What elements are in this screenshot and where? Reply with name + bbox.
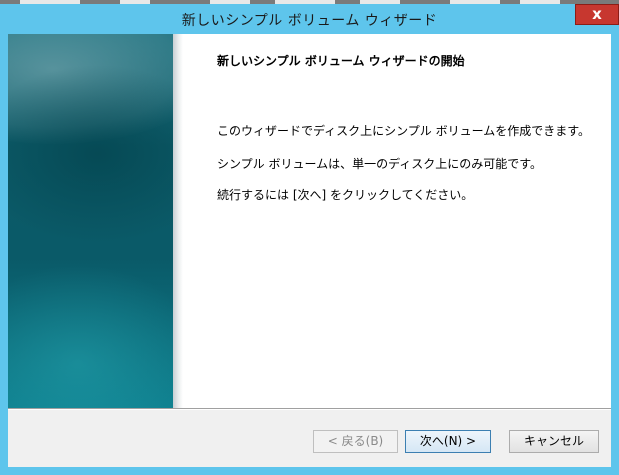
wizard-description-line-1: このウィザードでディスク上にシンプル ボリュームを作成できます。 (217, 124, 591, 138)
wizard-content: 新しいシンプル ボリューム ウィザードの開始 このウィザードでディスク上にシンプ… (8, 34, 611, 408)
title-bar[interactable]: 新しいシンプル ボリューム ウィザード x (0, 4, 619, 34)
wizard-side-banner (8, 34, 173, 408)
cancel-button[interactable]: キャンセル (509, 430, 599, 453)
close-button[interactable]: x (575, 4, 619, 25)
wizard-description-line-3: 続行するには [次へ] をクリックしてください。 (217, 188, 474, 202)
back-button[interactable]: < 戻る(B) (313, 430, 398, 453)
button-area-divider-highlight (8, 409, 611, 410)
window-title: 新しいシンプル ボリューム ウィザード (181, 13, 438, 29)
next-button[interactable]: 次へ(N) > (405, 430, 491, 453)
wizard-window: 新しいシンプル ボリューム ウィザード x 新しいシンプル ボリューム ウィザー… (0, 4, 619, 475)
banner-shadow (173, 34, 183, 408)
wizard-client-area: 新しいシンプル ボリューム ウィザードの開始 このウィザードでディスク上にシンプ… (8, 34, 611, 467)
wizard-description-line-2: シンプル ボリュームは、単一のディスク上にのみ可能です。 (217, 157, 543, 171)
wizard-heading: 新しいシンプル ボリューム ウィザードの開始 (217, 54, 465, 68)
close-icon: x (592, 5, 602, 23)
